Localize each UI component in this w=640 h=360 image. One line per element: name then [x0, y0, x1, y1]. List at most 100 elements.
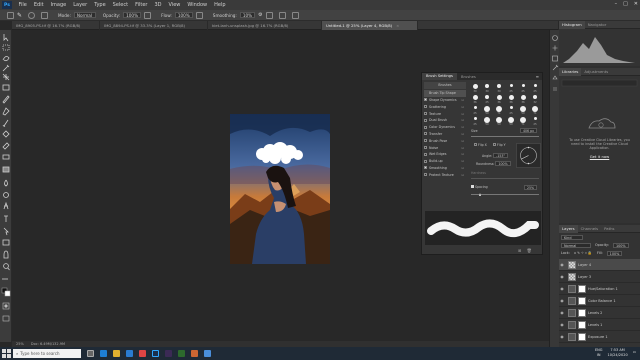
app-green-icon[interactable]	[178, 350, 185, 357]
layer-mask-thumbnail[interactable]	[578, 296, 586, 305]
brush-tip[interactable]: 36	[518, 94, 528, 104]
layer-mask-thumbnail[interactable]	[578, 320, 586, 329]
layer-row[interactable]: ◉ Hue/Saturation 1	[559, 283, 640, 295]
lock-icon[interactable]: ⊡	[461, 159, 464, 163]
minimize-icon[interactable]: –	[615, 1, 618, 7]
brush-tip[interactable]: 32	[530, 94, 540, 104]
tab-doc-4[interactable]: Untitled-1 @ 25% (Layer 4, RGB/8) ×	[322, 21, 418, 30]
new-brush-icon[interactable]: ⊞	[518, 248, 521, 253]
menu-type[interactable]: Type	[91, 2, 109, 8]
menu-help[interactable]: Help	[211, 2, 229, 8]
get-it-now-link[interactable]: Get it now	[559, 154, 640, 159]
close-tab-icon[interactable]: ×	[396, 23, 399, 28]
option-color-dynamics[interactable]: Color Dynamics ⊡	[424, 124, 466, 131]
app-red-icon[interactable]	[139, 350, 146, 357]
flow-field[interactable]: 100%	[174, 12, 193, 18]
flip-y-checkbox[interactable]	[493, 143, 496, 146]
roundness-field[interactable]: 100%	[495, 161, 511, 166]
brush-tip[interactable]: 71	[518, 116, 528, 126]
option-brush-pose[interactable]: Brush Pose ⊡	[424, 137, 466, 144]
brush-tip[interactable]: 25	[482, 94, 492, 104]
layer-name[interactable]: Layer 3	[578, 275, 591, 279]
smoothing-field[interactable]: 10%	[239, 12, 256, 18]
brush-tip[interactable]: 50	[506, 116, 516, 126]
lock-icon[interactable]: ⊡	[461, 105, 464, 109]
file-explorer-icon[interactable]	[113, 350, 120, 357]
spacing-checkbox[interactable]	[471, 185, 474, 188]
option-protect-texture[interactable]: Protect Texture ⊡	[424, 171, 466, 178]
taskbar-search-input[interactable]: ⌕ Type here to search	[13, 349, 81, 358]
brush-tip[interactable]: 50	[494, 116, 504, 126]
lock-icon[interactable]: ⊡	[461, 98, 464, 102]
layer-name[interactable]: Color Balance 1	[588, 299, 616, 303]
menu-3d[interactable]: 3D	[151, 2, 165, 8]
close-icon[interactable]: ✕	[634, 1, 638, 7]
delete-brush-icon[interactable]: 🗑	[527, 248, 532, 253]
fill-field[interactable]: 100%	[606, 251, 623, 256]
size-field[interactable]: 406 px	[520, 128, 538, 133]
visibility-eye-icon[interactable]: ◉	[559, 298, 565, 303]
tab-adjustments[interactable]: Adjustments	[581, 69, 611, 74]
lock-icon[interactable]: ⊡	[461, 152, 464, 156]
brush-tip[interactable]: 36	[506, 94, 516, 104]
menu-image[interactable]: Image	[47, 2, 70, 8]
option-brush-tip-shape[interactable]: Brush Tip Shape	[424, 89, 466, 97]
option-noise[interactable]: Noise ⊡	[424, 144, 466, 151]
tab-paths[interactable]: Paths	[601, 226, 617, 231]
lock-icon[interactable]: ⊡	[461, 132, 464, 136]
maximize-icon[interactable]: □	[623, 1, 628, 7]
brush-tip[interactable]: 36	[494, 94, 504, 104]
brush-tip[interactable]: 30	[470, 83, 480, 93]
tab-layers[interactable]: Layers	[559, 224, 578, 233]
kind-filter-select[interactable]: Kind	[561, 235, 583, 240]
lock-icon[interactable]: ⊡	[461, 166, 464, 170]
menu-view[interactable]: View	[165, 2, 184, 8]
angle-icon[interactable]	[265, 11, 273, 19]
tab-brushes[interactable]: Brushes	[457, 75, 480, 79]
opacity-field[interactable]: 100%	[123, 12, 142, 18]
checkbox[interactable]	[424, 105, 427, 109]
zoom-readout[interactable]: 25%	[16, 342, 24, 346]
visibility-eye-icon[interactable]: ◉	[559, 274, 565, 279]
visibility-eye-icon[interactable]: ◉	[559, 310, 565, 315]
lock-icon[interactable]: ⊡	[461, 125, 464, 129]
flip-x-checkbox[interactable]	[474, 143, 477, 146]
menu-file[interactable]: File	[15, 2, 30, 8]
pressure-opacity-icon[interactable]	[144, 11, 152, 19]
checkbox[interactable]	[424, 125, 427, 129]
symmetry-icon[interactable]	[291, 11, 299, 19]
lock-icon[interactable]: ⊡	[461, 173, 464, 177]
brushes-button[interactable]: Brushes	[424, 82, 466, 89]
layer-name[interactable]: Levels 1	[588, 323, 602, 327]
menu-filter[interactable]: Filter	[132, 2, 151, 8]
menu-layer[interactable]: Layer	[70, 2, 91, 8]
tab-libraries[interactable]: Libraries	[559, 67, 582, 76]
tab-navigator[interactable]: Navigator	[585, 22, 610, 27]
layer-row[interactable]: ◉ Levels 1	[559, 319, 640, 331]
layer-name[interactable]: Exposure 1	[588, 335, 608, 339]
option-shape-dynamics[interactable]: Shape Dynamics ⊡	[424, 97, 466, 104]
layer-row[interactable]: ◉ Levels 2	[559, 307, 640, 319]
task-view-icon[interactable]	[87, 350, 94, 357]
brush-tip[interactable]: 25	[470, 105, 480, 115]
spacing-field[interactable]: 25%	[524, 185, 538, 190]
brush-preset-icon[interactable]	[28, 11, 36, 19]
edge-icon[interactable]	[100, 350, 107, 357]
checkbox[interactable]	[424, 146, 427, 150]
layer-mask-thumbnail[interactable]	[578, 308, 586, 317]
brush-tip[interactable]: 50	[482, 116, 492, 126]
layer-name[interactable]: Hue/Saturation 1	[588, 287, 618, 291]
spacing-slider-thumb[interactable]	[479, 193, 481, 196]
lock-icon[interactable]: ⊡	[461, 139, 464, 143]
checkbox[interactable]	[424, 159, 427, 163]
brush-tip[interactable]: 30	[482, 83, 492, 93]
layer-name[interactable]: Layer 4	[578, 263, 591, 267]
notification-icon[interactable]: ▭	[633, 350, 636, 355]
option-smoothing[interactable]: Smoothing ⊡	[424, 165, 466, 172]
blend-mode-select[interactable]: Normal	[561, 243, 591, 248]
brush-tool-icon[interactable]: ✎	[17, 12, 22, 19]
spacing-slider[interactable]	[471, 194, 539, 195]
brush-tip[interactable]: 71	[494, 105, 504, 115]
tab-histogram[interactable]: Histogram	[559, 20, 585, 29]
visibility-eye-icon[interactable]: ◉	[559, 322, 565, 327]
